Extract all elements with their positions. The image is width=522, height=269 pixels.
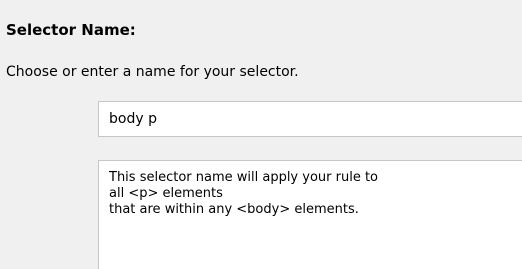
- selector-name-instruction: Choose or enter a name for your selector…: [6, 64, 299, 80]
- selector-name-panel: Selector Name: Choose or enter a name fo…: [0, 0, 522, 269]
- selector-description-line-1: This selector name will apply your rule …: [109, 170, 379, 185]
- selector-description-line-2: all <p> elements: [109, 186, 223, 201]
- selector-description-box: This selector name will apply your rule …: [98, 160, 522, 269]
- selector-name-heading: Selector Name:: [6, 21, 136, 39]
- selector-description-line-3: that are within any <body> elements.: [109, 202, 359, 217]
- selector-name-input[interactable]: [98, 101, 522, 137]
